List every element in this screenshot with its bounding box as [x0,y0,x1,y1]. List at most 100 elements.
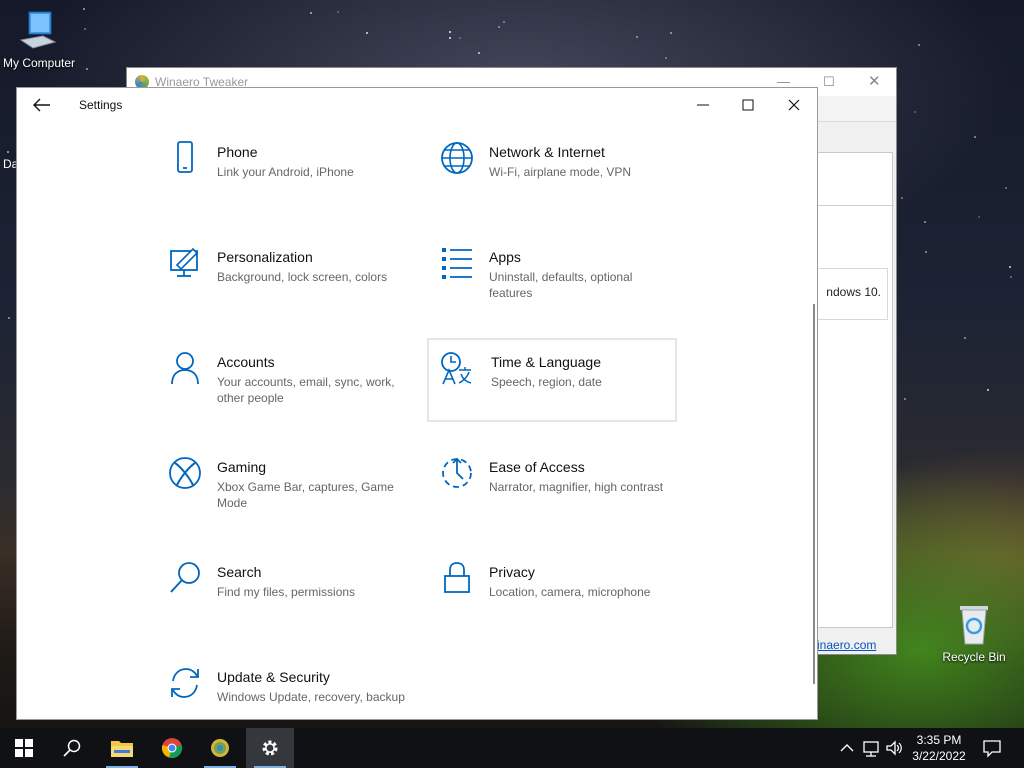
settings-tile-search[interactable]: Search Find my files, permissions [167,560,417,644]
tile-title: Accounts [217,354,275,370]
star [459,37,461,39]
star [366,32,368,34]
settings-tile-apps[interactable]: Apps Uninstall, defaults, optional featu… [439,245,689,329]
tile-description: Uninstall, defaults, optional features [489,270,633,300]
tile-description: Find my files, permissions [217,585,356,599]
xbox-icon [169,457,201,489]
tile-title: Apps [489,249,521,265]
settings-tile-phone[interactable]: Phone Link your Android, iPhone [167,140,417,224]
update-icon [171,668,199,698]
tile-description: Your accounts, email, sync, work, other … [217,375,395,405]
tile-title: Gaming [217,459,267,475]
winaero-close-button[interactable]: ✕ [868,72,881,90]
settings-titlebar[interactable]: Settings [17,88,817,122]
settings-tile-update-security[interactable]: Update & Security Windows Update, recove… [167,665,417,719]
tile-title: Network & Internet [489,144,605,160]
desktop-icon-my-computer[interactable]: My Computer [0,10,84,70]
chrome-icon [161,738,183,758]
tile-title: Search [217,564,262,580]
star [84,28,86,30]
star [478,52,480,54]
tile-description: Background, lock screen, colors [217,270,388,284]
tile-title: Update & Security [217,669,330,685]
folder-icon [111,741,133,757]
star [449,37,451,39]
taskbar-winaero-tweaker[interactable] [196,728,244,768]
settings-tile-accounts[interactable]: Accounts Your accounts, email, sync, wor… [167,350,417,434]
vertical-scrollbar[interactable] [813,304,815,684]
recycle-bin-icon [960,606,988,645]
windows-logo-icon [15,739,33,757]
star [636,36,638,38]
settings-tile-privacy[interactable]: Privacy Location, camera, microphone [439,560,689,644]
minimize-icon [697,104,709,106]
close-button[interactable] [782,94,806,116]
start-button[interactable] [0,728,48,768]
close-icon [788,99,800,111]
apps-list-icon [442,248,472,279]
tile-title: Phone [217,144,258,160]
star [918,44,920,46]
taskbar-clock[interactable]: 3:35 PM 3/22/2022 [906,732,972,764]
tile-title: Ease of Access [489,459,585,475]
taskbar-file-explorer[interactable] [98,728,146,768]
star [670,32,672,34]
taskbar-search-button[interactable] [48,728,96,768]
personalization-icon [170,247,199,277]
star [974,136,976,138]
taskbar-settings[interactable] [246,728,294,768]
star [1009,266,1011,268]
star [978,216,980,218]
star [498,26,500,28]
volume-icon[interactable] [885,738,903,758]
tile-description: Speech, region, date [491,375,602,389]
maximize-icon [742,99,754,111]
desktop-icon-recycle-bin[interactable]: Recycle Bin [929,602,1019,664]
settings-window[interactable]: Settings Phone Link your Android, iPhone… [16,87,818,720]
star [503,21,505,23]
star [449,31,451,33]
taskbar-chrome[interactable] [148,728,196,768]
winaero-link[interactable]: inaero.com [817,638,876,652]
star [665,57,667,59]
chevron-up-icon[interactable] [838,738,856,758]
star [924,221,926,223]
gear-icon [262,740,278,756]
clock-date: 3/22/2022 [912,749,966,763]
desktop-icon-label: My Computer [2,56,76,70]
tile-description: Narrator, magnifier, high contrast [489,480,664,494]
network-icon[interactable] [862,738,880,758]
taskbar: 3:35 PM 3/22/2022 [0,728,1024,768]
star [8,317,10,319]
back-arrow-icon[interactable] [31,96,51,114]
maximize-button[interactable] [736,94,760,116]
star [914,111,916,113]
settings-tile-gaming[interactable]: Gaming Xbox Game Bar, captures, Game Mod… [167,455,417,539]
settings-tile-ease-of-access[interactable]: Ease of Access Narrator, magnifier, high… [439,455,689,539]
winaero-fragment-text: ndows 10. [816,268,888,320]
minimize-button[interactable] [691,94,715,116]
tile-title: Privacy [489,564,535,580]
phone-icon [177,141,193,173]
star [7,151,9,153]
settings-tile-personalization[interactable]: Personalization Background, lock screen,… [167,245,417,329]
search-icon [63,739,81,757]
star [925,251,927,253]
star [1005,187,1007,189]
panel-divider [818,205,894,206]
tile-description: Xbox Game Bar, captures, Game Mode [217,480,394,510]
settings-tile-network-internet[interactable]: Network & Internet Wi-Fi, airplane mode,… [439,140,689,224]
tile-title: Time & Language [491,354,601,370]
person-icon [171,352,199,385]
winaero-maximize-button[interactable]: ☐ [823,74,835,90]
star [86,68,88,70]
star [987,389,989,391]
star [964,337,966,339]
settings-tile-time-language[interactable]: Time & Language Speech, region, date [427,338,677,422]
tile-description: Windows Update, recovery, backup [217,690,405,704]
tile-description: Wi-Fi, airplane mode, VPN [489,165,632,179]
star [904,398,906,400]
tile-description: Link your Android, iPhone [217,165,354,179]
lock-icon [444,562,470,593]
action-center-icon[interactable] [982,738,1002,758]
